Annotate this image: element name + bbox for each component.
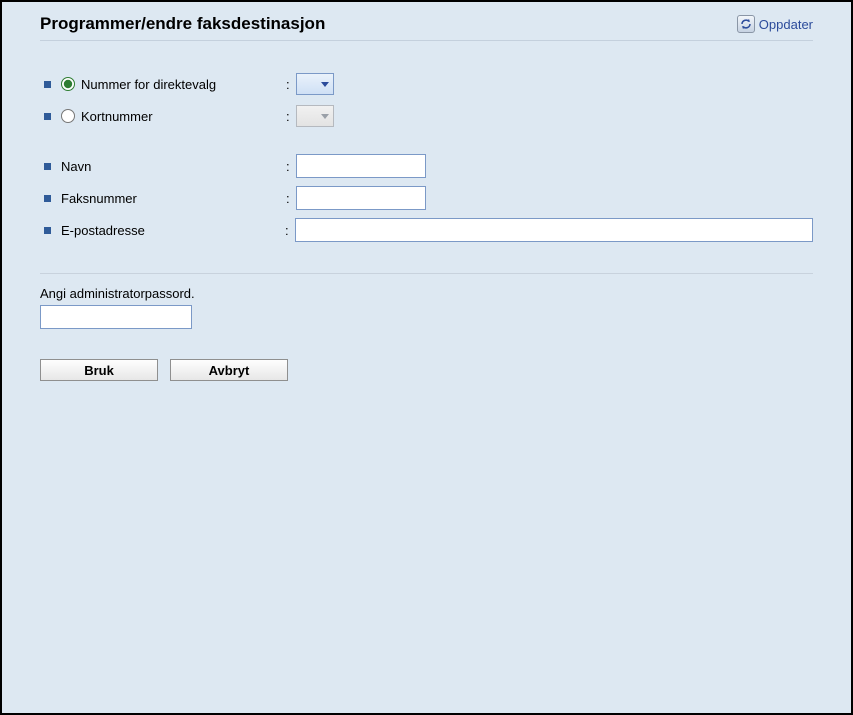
chevron-down-icon: [320, 79, 330, 89]
bullet-icon: [44, 227, 51, 234]
bullet-icon: [44, 113, 51, 120]
label-email: E-postadresse: [61, 223, 145, 238]
refresh-icon: [737, 15, 755, 33]
radio-direct-dial[interactable]: Nummer for direktevalg: [61, 77, 216, 92]
page-title: Programmer/endre faksdestinasjon: [40, 14, 325, 34]
radio-short-number-input[interactable]: [61, 109, 75, 123]
refresh-link[interactable]: Oppdater: [737, 15, 813, 33]
row-fax: Faksnummer :: [40, 183, 813, 213]
header-row: Programmer/endre faksdestinasjon Oppdate…: [40, 10, 813, 41]
colon: :: [286, 109, 296, 124]
label-name: Navn: [61, 159, 91, 174]
radio-short-number[interactable]: Kortnummer: [61, 109, 153, 124]
label-short-number: Kortnummer: [81, 109, 153, 124]
radio-direct-dial-input[interactable]: [61, 77, 75, 91]
row-email: E-postadresse :: [40, 215, 813, 245]
apply-button[interactable]: Bruk: [40, 359, 158, 381]
colon: :: [286, 191, 296, 206]
name-input[interactable]: [296, 154, 426, 178]
refresh-label: Oppdater: [759, 17, 813, 32]
admin-password-prompt: Angi administratorpassord.: [40, 286, 813, 301]
colon: :: [286, 77, 296, 92]
colon: :: [285, 223, 295, 238]
chevron-down-icon: [320, 111, 330, 121]
button-row: Bruk Avbryt: [40, 359, 813, 381]
select-short-number: [296, 105, 334, 127]
select-direct-dial[interactable]: [296, 73, 334, 95]
divider: [40, 273, 813, 274]
bullet-icon: [44, 81, 51, 88]
label-direct-dial: Nummer for direktevalg: [81, 77, 216, 92]
row-name: Navn :: [40, 151, 813, 181]
form-area: Nummer for direktevalg : Kortnummer: [40, 41, 813, 381]
row-direct-dial: Nummer for direktevalg :: [40, 69, 813, 99]
colon: :: [286, 159, 296, 174]
email-input[interactable]: [295, 218, 813, 242]
label-fax: Faksnummer: [61, 191, 137, 206]
cancel-button[interactable]: Avbryt: [170, 359, 288, 381]
bullet-icon: [44, 163, 51, 170]
bullet-icon: [44, 195, 51, 202]
admin-password-input[interactable]: [40, 305, 192, 329]
fax-input[interactable]: [296, 186, 426, 210]
row-short-number: Kortnummer :: [40, 101, 813, 131]
